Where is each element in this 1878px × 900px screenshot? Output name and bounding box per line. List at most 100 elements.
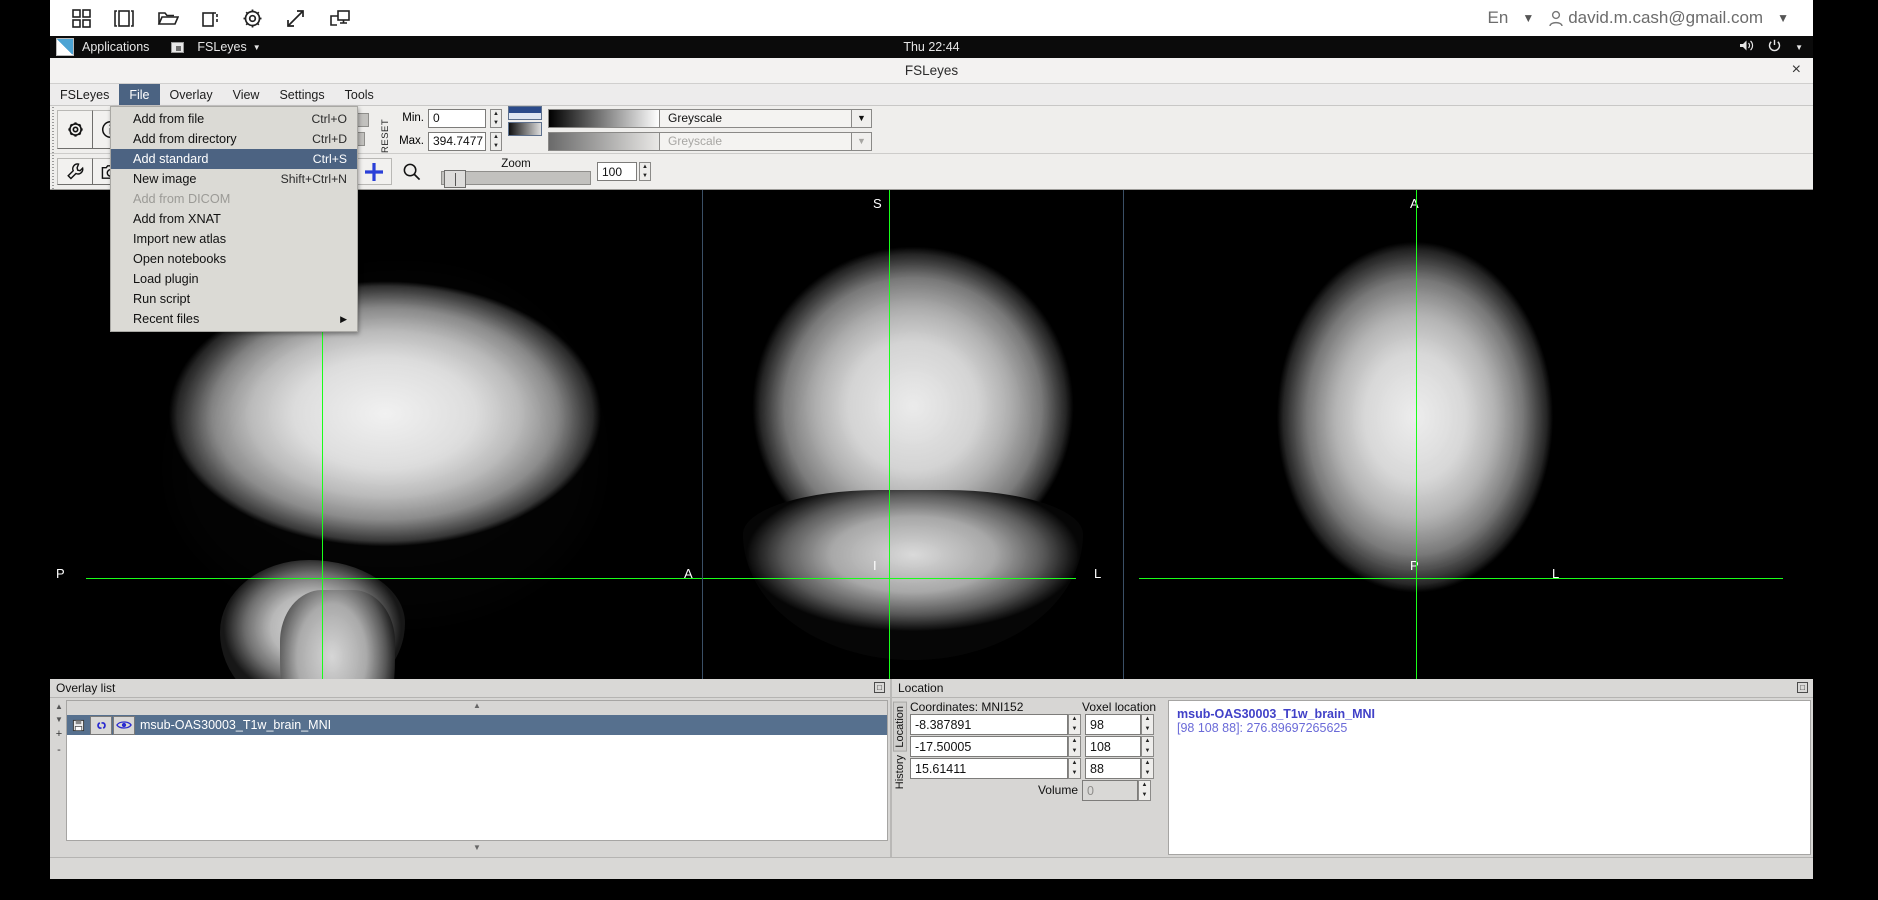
clock[interactable]: Thu 22:44 [50,40,1813,54]
voxel-z-spinner[interactable]: ▲ ▼ [1141,758,1154,779]
max-spinner[interactable]: ▲ ▼ [490,131,502,151]
sidebar-icon[interactable] [113,9,135,28]
overlay-list-panel: Overlay list □ ▲ ▼ + - ▲ msub-OAS30003_T… [50,679,892,857]
orientation-label-right: L [1094,566,1102,581]
overlay-list-header: Overlay list □ [50,679,890,698]
bottom-panels: Overlay list □ ▲ ▼ + - ▲ msub-OAS30003_T… [50,679,1813,857]
menu-item-add-from-file[interactable]: Add from file Ctrl+O [111,109,357,129]
applications-menu[interactable]: Applications [82,40,149,54]
menu-item-run-script[interactable]: Run script [111,289,357,309]
location-panel: Location □ Location History Coordinates:… [892,679,1813,857]
submenu-arrow-icon: ▶ [340,313,347,324]
fullscreen-icon[interactable] [285,8,306,29]
gear-icon[interactable] [57,110,93,149]
toolbar-grip[interactable] [50,106,57,153]
menu-item-import-new-atlas[interactable]: Import new atlas [111,229,357,249]
min-input[interactable]: 0 [428,108,486,128]
tab-location[interactable]: Location [893,702,907,752]
menu-item-add-standard[interactable]: Add standard Ctrl+S [111,149,357,169]
zoom-slider[interactable] [441,170,591,188]
pin-icon[interactable]: □ [874,682,885,693]
tab-history[interactable]: History [894,752,906,792]
orientation-label-left: P [56,566,65,581]
volume-row: Volume 0 ▲ ▼ [910,780,1166,801]
chevron-down-icon[interactable]: ▼ [852,108,872,128]
location-title: Location [898,681,944,695]
pin-icon[interactable]: □ [1797,682,1808,693]
volume-spinner: ▲ ▼ [1138,780,1151,801]
eye-icon[interactable] [113,715,135,735]
coord-y-input[interactable]: -17.50005 [910,736,1068,757]
power-icon[interactable] [1768,39,1781,55]
colourmap-toggle[interactable] [508,106,542,153]
menu-item-open-notebooks[interactable]: Open notebooks [111,249,357,269]
voxel-z-input[interactable]: 88 [1085,758,1141,779]
axial-view[interactable]: A P R L [1124,190,1813,679]
remove-overlay-button[interactable]: - [57,744,61,756]
account-menu[interactable]: david.m.cash@gmail.com [1548,8,1763,28]
link-icon[interactable] [90,715,112,735]
gear-icon[interactable] [242,8,263,29]
chevron-down-icon[interactable]: ▼ [1522,11,1534,25]
volume-icon[interactable] [1739,39,1754,55]
coord-x-spinner[interactable]: ▲ ▼ [1068,714,1081,735]
language-label[interactable]: En [1488,8,1509,28]
list-item[interactable]: msub-OAS30003_T1w_brain_MNI [67,715,887,735]
wrench-icon[interactable] [57,158,93,185]
menu-item-new-image[interactable]: New image Shift+Ctrl+N [111,169,357,189]
zoom-input[interactable]: 100 [597,162,637,181]
folder-icon[interactable] [157,9,179,28]
voxel-y-input[interactable]: 108 [1085,736,1141,757]
coronal-view[interactable]: S I R L [703,190,1123,679]
brain-axial [1250,225,1580,625]
coordinate-row-z: 15.61411 ▲ ▼ 88 ▲ ▼ [910,758,1166,779]
save-icon[interactable] [67,716,89,735]
active-app-menu[interactable]: FSLeyes ▼ [171,40,261,54]
menu-item-add-from-directory[interactable]: Add from directory Ctrl+D [111,129,357,149]
scroll-down-arrow-icon[interactable]: ▼ [66,843,888,857]
menu-view[interactable]: View [223,84,270,105]
reset-label[interactable]: RESET [377,106,394,153]
menu-tools[interactable]: Tools [335,84,384,105]
voxel-x-input[interactable]: 98 [1085,714,1141,735]
menu-file[interactable]: File [119,84,160,105]
voxel-x-spinner[interactable]: ▲ ▼ [1141,714,1154,735]
coord-y-spinner[interactable]: ▲ ▼ [1068,736,1081,757]
menu-fsleyes[interactable]: FSLeyes [50,84,119,105]
menu-item-label: Add from file [133,112,205,126]
overlay-list-title: Overlay list [56,681,116,695]
menu-item-accel: Ctrl+S [312,152,347,166]
close-icon[interactable]: × [1792,62,1801,78]
crosshair-horizontal [1139,578,1783,579]
add-overlay-button[interactable]: + [56,728,62,740]
scroll-up-arrow-icon[interactable]: ▲ [67,701,887,715]
coord-x-input[interactable]: -8.387891 [910,714,1068,735]
menu-item-recent-files[interactable]: Recent files ▶ [111,309,357,329]
chevron-down-icon: ▼ [852,131,872,151]
menu-item-accel: Shift+Ctrl+N [280,172,347,186]
chevron-down-icon[interactable]: ▼ [1795,43,1803,52]
grid-icon[interactable] [72,8,91,28]
colourmap-primary-row[interactable]: Greyscale ▼ [548,108,872,128]
voxel-y-spinner[interactable]: ▲ ▼ [1141,736,1154,757]
copy-icon[interactable] [201,9,220,28]
menu-item-add-from-xnat[interactable]: Add from XNAT [111,209,357,229]
menu-overlay[interactable]: Overlay [160,84,223,105]
min-spinner[interactable]: ▲ ▼ [490,108,502,128]
menu-item-load-plugin[interactable]: Load plugin [111,269,357,289]
menu-settings[interactable]: Settings [269,84,334,105]
display-icon[interactable] [328,9,351,28]
max-input[interactable]: 394.7477 [428,131,486,151]
volume-input: 0 [1082,780,1138,801]
move-up-icon[interactable]: ▲ [55,702,63,711]
zoom-spinner[interactable]: ▲ ▼ [639,162,651,181]
window-title-bar: FSLeyes × [50,58,1813,84]
move-down-icon[interactable]: ▼ [55,715,63,724]
account-chevron-down-icon[interactable]: ▼ [1777,11,1789,25]
coord-z-spinner[interactable]: ▲ ▼ [1068,758,1081,779]
coord-z-input[interactable]: 15.61411 [910,758,1068,779]
crosshair-icon[interactable] [356,158,392,185]
magnifier-icon[interactable] [392,154,421,189]
toolbar-grip[interactable] [50,154,57,189]
overlay-list[interactable]: ▲ msub-OAS30003_T1w_brain_MNI [66,700,888,841]
